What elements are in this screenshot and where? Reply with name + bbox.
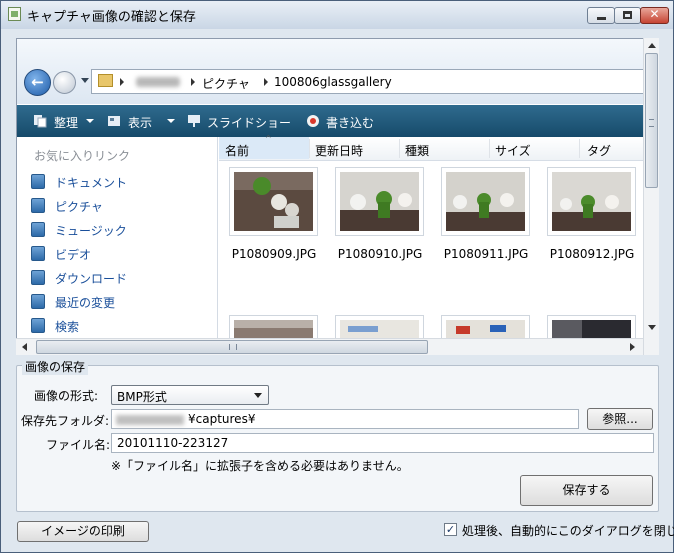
photo-image <box>340 172 419 231</box>
format-select[interactable]: BMP形式 <box>111 385 269 405</box>
photo-image <box>446 172 525 231</box>
maximize-button[interactable] <box>614 7 641 24</box>
filename-note: ※「ファイル名」に拡張子を含める必要はありません。 <box>111 459 409 473</box>
command-toolbar: 整理 表示 スライドショー 書き込む <box>17 105 658 137</box>
grip-icon <box>649 119 654 127</box>
organize-menu[interactable]: 整理 <box>54 114 78 131</box>
chevron-down-icon[interactable] <box>167 119 175 123</box>
chevron-right-icon[interactable] <box>264 78 268 86</box>
scroll-left-icon[interactable] <box>22 343 27 351</box>
autoclose-checkbox[interactable]: ✓ <box>444 523 457 536</box>
chevron-down-icon[interactable] <box>86 119 94 123</box>
column-modified[interactable]: 更新日時 <box>315 142 363 159</box>
folder-label: 保存先フォルダ: <box>21 414 110 428</box>
app-icon <box>8 7 21 21</box>
view-icon <box>108 116 120 126</box>
burn-button[interactable]: 書き込む <box>326 114 374 131</box>
title-bar[interactable]: キャプチャ画像の確認と保存 ✕ <box>1 1 673 29</box>
chevron-right-icon[interactable] <box>120 78 124 86</box>
chevron-down-icon <box>254 393 262 398</box>
photo-image <box>552 172 631 231</box>
filename-field[interactable]: 20101110-223127 <box>111 433 654 453</box>
file-browser: ← ピクチャ 100806glassgallery 整理 表示 スライドショー <box>16 38 659 355</box>
format-value: BMP形式 <box>117 390 167 404</box>
chevron-right-icon[interactable] <box>191 78 195 86</box>
navigation-pane: お気に入りリンク ドキュメント ピクチャ ミュージック ビデオ ダウンロード 最… <box>17 137 218 342</box>
horizontal-scroll-thumb[interactable] <box>36 340 428 354</box>
minimize-button[interactable] <box>587 7 615 24</box>
save-group-title: 画像の保存 <box>22 358 89 375</box>
file-name[interactable]: P1080911.JPG <box>431 247 541 261</box>
file-name[interactable]: P1080912.JPG <box>537 247 647 261</box>
file-thumbnail[interactable] <box>441 167 530 236</box>
save-button[interactable]: 保存する <box>520 475 653 506</box>
scroll-right-icon[interactable] <box>630 343 635 351</box>
organize-icon <box>34 115 47 128</box>
scroll-down-icon[interactable] <box>648 325 656 330</box>
folder-value: ¥captures¥ <box>188 412 256 426</box>
column-separator[interactable] <box>399 139 400 158</box>
address-bar[interactable]: ピクチャ 100806glassgallery <box>91 69 658 94</box>
column-size[interactable]: サイズ <box>495 142 531 159</box>
column-header: ^ 名前 更新日時 種類 サイズ タグ <box>219 134 658 161</box>
music-icon <box>31 222 45 237</box>
browse-button[interactable]: 参照... <box>587 408 653 430</box>
close-icon: ✕ <box>649 7 660 21</box>
favorites-header: お気に入りリンク <box>34 149 131 163</box>
filename-label: ファイル名: <box>46 438 111 452</box>
horizontal-scrollbar[interactable] <box>16 338 643 355</box>
scroll-up-icon[interactable] <box>648 43 656 48</box>
column-separator[interactable] <box>489 139 490 158</box>
back-button[interactable]: ← <box>24 69 51 96</box>
downloads-icon <box>31 270 45 285</box>
vertical-scroll-thumb[interactable] <box>645 53 658 188</box>
file-thumbnail[interactable] <box>229 167 318 236</box>
documents-icon <box>31 174 45 189</box>
file-name[interactable]: P1080910.JPG <box>325 247 435 261</box>
column-name[interactable]: 名前 <box>225 142 249 159</box>
filename-value: 20101110-223127 <box>117 436 229 450</box>
close-button[interactable]: ✕ <box>640 7 669 24</box>
minimize-icon <box>597 17 606 20</box>
history-dropdown-icon[interactable] <box>81 78 89 83</box>
window-title: キャプチャ画像の確認と保存 <box>27 10 196 25</box>
format-label: 画像の形式: <box>34 389 99 403</box>
search-icon <box>31 318 45 333</box>
sort-ascending-icon: ^ <box>265 134 272 143</box>
column-separator[interactable] <box>579 139 580 158</box>
photo-image <box>234 172 313 231</box>
blurred-path <box>116 415 184 425</box>
column-type[interactable]: 種類 <box>405 142 429 159</box>
breadcrumb-folder[interactable]: 100806glassgallery <box>274 75 392 89</box>
file-name[interactable]: P1080909.JPG <box>219 247 329 261</box>
maximize-icon <box>623 11 632 19</box>
address-zone: ← ピクチャ 100806glassgallery <box>17 39 658 104</box>
autoclose-label[interactable]: 処理後、自動的にこのダイアログを閉じる <box>462 522 674 539</box>
pictures-icon <box>31 198 45 213</box>
forward-button[interactable] <box>53 71 76 94</box>
burn-disc-icon <box>307 115 319 127</box>
folder-field[interactable]: ¥captures¥ <box>111 409 579 429</box>
recent-icon <box>31 294 45 309</box>
slideshow-icon <box>188 115 200 127</box>
breadcrumb-pictures[interactable]: ピクチャ <box>202 75 250 92</box>
videos-icon <box>31 246 45 261</box>
grip-icon <box>229 344 237 350</box>
view-menu[interactable]: 表示 <box>128 114 152 131</box>
file-thumbnail[interactable] <box>335 167 424 236</box>
file-thumbnail[interactable] <box>547 167 636 236</box>
column-tags[interactable]: タグ <box>587 142 611 159</box>
blurred-username <box>136 77 180 87</box>
column-separator[interactable] <box>309 139 310 158</box>
print-button[interactable]: イメージの印刷 <box>17 521 149 542</box>
capture-save-dialog: キャプチャ画像の確認と保存 ✕ ← ピクチャ 100806glassgaller… <box>0 0 674 553</box>
slideshow-button[interactable]: スライドショー <box>207 114 291 131</box>
vertical-scrollbar[interactable] <box>643 38 659 355</box>
folder-icon <box>98 74 113 87</box>
